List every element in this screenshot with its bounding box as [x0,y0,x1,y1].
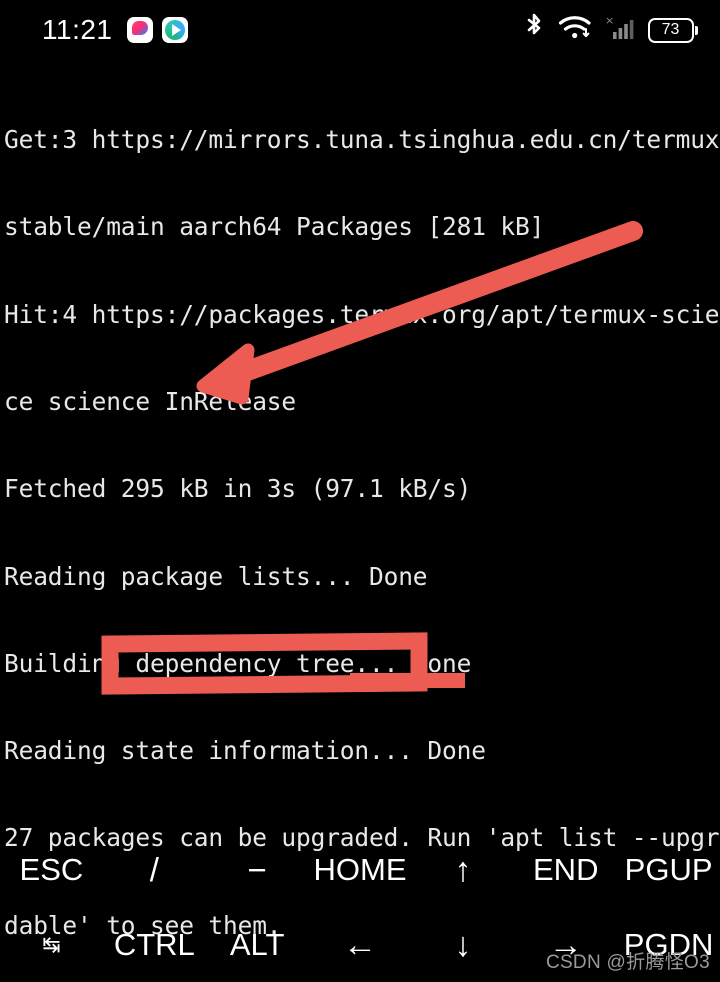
video-player-app-icon [161,17,188,43]
terminal-output[interactable]: Get:3 https://mirrors.tuna.tsinghua.edu.… [0,62,720,940]
battery-indicator: 73 [647,17,698,43]
status-bar-clock: 11:21 [42,14,113,45]
key-minus[interactable]: − [206,853,309,886]
battery-nub [695,25,698,35]
key-arrow-up[interactable]: ↑ [411,853,514,887]
terminal-line: Get:3 https://mirrors.tuna.tsinghua.edu.… [4,125,720,155]
key-tab[interactable]: ↹ [0,933,103,956]
key-slash[interactable]: / [103,853,206,886]
status-bar: 11:21 × 73 [0,0,720,60]
terminal-extra-keys: ESC / − HOME ↑ END PGUP ↹ CTRL ALT ← ↓ →… [0,832,720,982]
terminal-line: Hit:4 https://packages.termux.org/apt/te… [4,299,720,329]
youku-app-icon [126,17,153,43]
phone-screen: 11:21 × 73 Get:3 https://mirrors.tuna.ts… [0,0,720,982]
key-pgup[interactable]: PGUP [617,854,720,885]
terminal-line: Reading package lists... Done [4,561,428,591]
key-end[interactable]: END [514,854,617,885]
key-home[interactable]: HOME [309,854,412,885]
extra-keys-row-1: ESC / − HOME ↑ END PGUP [0,832,720,907]
system-status-icons: × 73 [523,13,698,48]
key-alt[interactable]: ALT [206,929,309,960]
terminal-line: Building dependency tree... Done [4,648,472,678]
wifi-icon [558,14,592,47]
key-arrow-down[interactable]: ↓ [411,928,514,962]
terminal-line: Reading state information... Done [4,736,486,766]
key-esc[interactable]: ESC [0,854,103,885]
key-ctrl[interactable]: CTRL [103,929,206,960]
key-arrow-left[interactable]: ← [309,928,412,962]
battery-percentage-label: 73 [661,21,680,38]
terminal-line: Fetched 295 kB in 3s (97.1 kB/s) [4,474,472,504]
cellular-signal-icon: × [605,13,635,48]
svg-text:×: × [605,14,614,27]
terminal-line: stable/main aarch64 Packages [281 kB] [4,212,545,242]
notification-icons [126,17,188,43]
csdn-watermark: CSDN @折腾怪O3 [545,952,710,973]
terminal-line: ce science InRelease [4,387,297,417]
bluetooth-icon [523,13,545,48]
